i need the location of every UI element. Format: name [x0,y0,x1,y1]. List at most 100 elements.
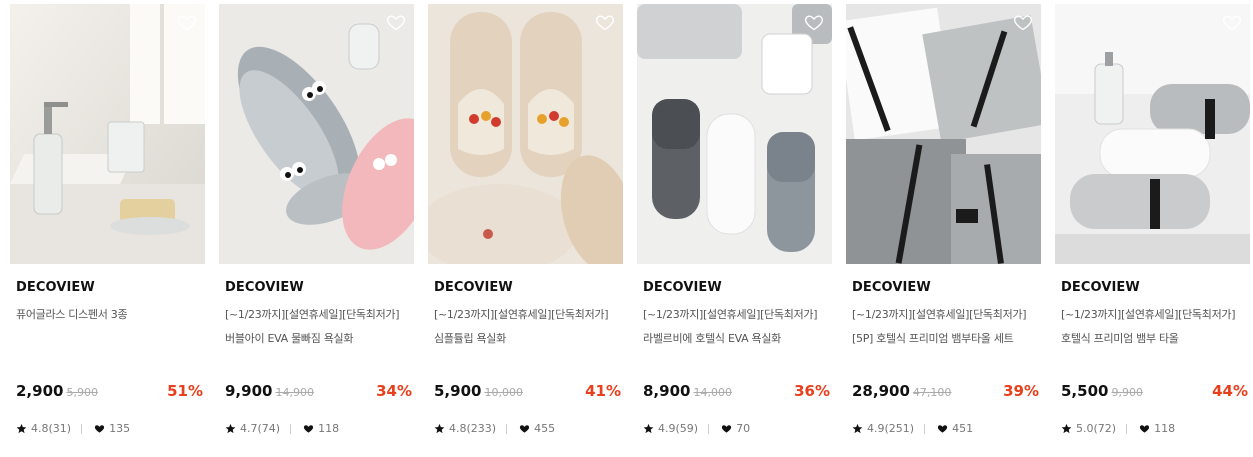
divider [708,423,710,434]
likes-count: 118 [1154,422,1176,435]
original-price: 14,900 [275,386,314,399]
divider [1126,423,1128,434]
divider [924,423,926,434]
sale-price-wrap: 8,900 14,000 [643,382,732,400]
rating-text: 4.9(251) [867,422,915,435]
wishlist-heart-icon[interactable] [1013,12,1033,32]
product-card[interactable]: DECOVIEW [~1/23까지][설연휴세일][단독최저가] 심플튤립 욕실… [428,4,623,454]
sale-price: 9,900 [225,382,273,400]
divider [506,423,508,434]
product-name-line2[interactable]: 버블아이 EVA 물빠짐 욕실화 [225,330,353,346]
review-meta: 4.9(251) 451 [852,422,973,435]
discount-rate: 34% [376,382,412,400]
sale-price: 5,900 [434,382,482,400]
product-image[interactable] [219,4,414,264]
heart-filled-icon [303,425,314,433]
discount-rate: 44% [1212,382,1248,400]
review-meta: 4.8(31) 135 [16,422,130,435]
product-card[interactable]: DECOVIEW [~1/23까지][설연휴세일][단독최저가] 라벨르비에 호… [637,4,832,454]
product-name[interactable]: [~1/23까지][설연휴세일][단독최저가] [852,306,1027,322]
sale-price: 2,900 [16,382,64,400]
star-icon [225,423,236,434]
review-meta: 5.0(72) 118 [1061,422,1175,435]
discount-rate: 36% [794,382,830,400]
sale-price-wrap: 5,900 10,000 [434,382,523,400]
wishlist-heart-icon[interactable] [1222,12,1242,32]
sale-price-wrap: 5,500 9,900 [1061,382,1143,400]
review-meta: 4.9(59) 70 [643,422,750,435]
product-image[interactable] [637,4,832,264]
sale-price: 28,900 [852,382,910,400]
product-image[interactable] [1055,4,1250,264]
original-price: 10,000 [484,386,523,399]
rating-text: 5.0(72) [1076,422,1117,435]
sale-price: 8,900 [643,382,691,400]
review-meta: 4.8(233) 455 [434,422,555,435]
price-row: 9,900 14,900 34% [225,382,412,404]
original-price: 5,900 [66,386,98,399]
heart-filled-icon [1139,425,1150,433]
wishlist-heart-icon[interactable] [595,12,615,32]
discount-rate: 51% [167,382,203,400]
sale-price-wrap: 2,900 5,900 [16,382,98,400]
sale-price-wrap: 28,900 47,100 [852,382,951,400]
original-price: 9,900 [1111,386,1143,399]
bubble-eye-slippers-image [219,4,414,264]
product-name-line2[interactable]: 라벨르비에 호텔식 EVA 욕실화 [643,330,781,346]
review-meta: 4.7(74) 118 [225,422,339,435]
price-row: 5,900 10,000 41% [434,382,621,404]
likes-count: 135 [109,422,131,435]
star-icon [16,423,27,434]
brand-name[interactable]: DECOVIEW [1061,280,1140,295]
heart-filled-icon [937,425,948,433]
sale-price-wrap: 9,900 14,900 [225,382,314,400]
product-name[interactable]: [~1/23까지][설연휴세일][단독최저가] [434,306,609,322]
likes-count: 70 [736,422,751,435]
heart-filled-icon [721,425,732,433]
price-row: 5,500 9,900 44% [1061,382,1248,404]
original-price: 14,000 [693,386,732,399]
product-name-line2[interactable]: 심플튤립 욕실화 [434,330,506,346]
product-name[interactable]: [~1/23까지][설연휴세일][단독최저가] [225,306,400,322]
wishlist-heart-icon[interactable] [804,12,824,32]
product-image[interactable] [428,4,623,264]
product-image[interactable] [10,4,205,264]
product-card[interactable]: DECOVIEW 퓨어글라스 디스펜서 3종 2,900 5,900 51% 4.… [10,4,205,454]
eva-slippers-image [637,4,832,264]
likes-count: 451 [952,422,974,435]
rating-text: 4.7(74) [240,422,281,435]
bamboo-towel-image [1055,4,1250,264]
price-row: 28,900 47,100 39% [852,382,1039,404]
product-name[interactable]: 퓨어글라스 디스펜서 3종 [16,306,128,322]
divider [81,423,83,434]
product-image[interactable] [846,4,1041,264]
product-name-line2[interactable]: [5P] 호텔식 프리미엄 뱀부타올 세트 [852,330,1014,346]
brand-name[interactable]: DECOVIEW [16,280,95,295]
heart-filled-icon [519,425,530,433]
likes-count: 455 [534,422,556,435]
rating-text: 4.9(59) [658,422,699,435]
rating-text: 4.8(233) [449,422,497,435]
divider [290,423,292,434]
brand-name[interactable]: DECOVIEW [643,280,722,295]
price-row: 8,900 14,000 36% [643,382,830,404]
glass-dispenser-image [10,4,205,264]
product-name[interactable]: [~1/23까지][설연휴세일][단독최저가] [1061,306,1236,322]
brand-name[interactable]: DECOVIEW [225,280,304,295]
discount-rate: 41% [585,382,621,400]
star-icon [434,423,445,434]
product-name[interactable]: [~1/23까지][설연휴세일][단독최저가] [643,306,818,322]
discount-rate: 39% [1003,382,1039,400]
star-icon [643,423,654,434]
product-card[interactable]: DECOVIEW [~1/23까지][설연휴세일][단독최저가] 호텔식 프리미… [1055,4,1250,454]
brand-name[interactable]: DECOVIEW [852,280,931,295]
star-icon [1061,423,1072,434]
wishlist-heart-icon[interactable] [177,12,197,32]
wishlist-heart-icon[interactable] [386,12,406,32]
rating-text: 4.8(31) [31,422,72,435]
product-card[interactable]: DECOVIEW [~1/23까지][설연휴세일][단독최저가] 버블아이 EV… [219,4,414,454]
product-card[interactable]: DECOVIEW [~1/23까지][설연휴세일][단독최저가] [5P] 호텔… [846,4,1041,454]
brand-name[interactable]: DECOVIEW [434,280,513,295]
product-name-line2[interactable]: 호텔식 프리미엄 뱀부 타올 [1061,330,1179,346]
tulip-slippers-image [428,4,623,264]
